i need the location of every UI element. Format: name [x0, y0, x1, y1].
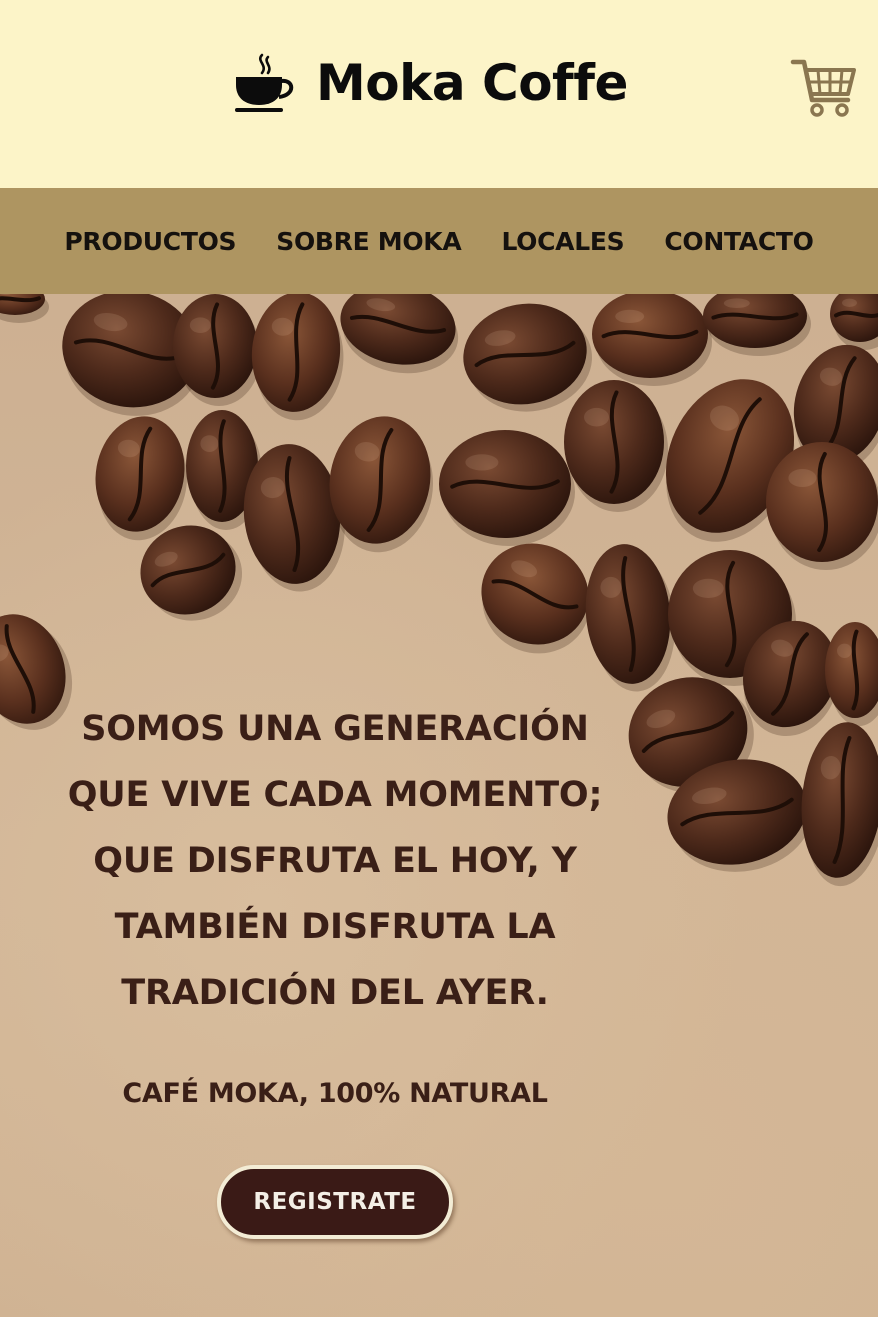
nav-item-sobre-moka[interactable]: SOBRE MOKA	[276, 227, 462, 256]
brand-name: Moka Coffe	[316, 54, 628, 112]
hero-tagline: SOMOS UNA GENERACIÓN QUE VIVE CADA MOMEN…	[40, 696, 630, 1026]
coffee-bean	[564, 380, 668, 512]
main-nav: PRODUCTOS SOBRE MOKA LOCALES CONTACTO	[0, 188, 878, 294]
nav-item-locales[interactable]: LOCALES	[501, 227, 624, 256]
coffee-bean	[585, 544, 675, 692]
coffee-bean	[825, 622, 878, 726]
coffee-bean	[340, 294, 459, 374]
tagline-line: QUE VIVE CADA MOMENTO;	[67, 775, 603, 815]
coffee-bean	[0, 294, 49, 323]
coffee-bean	[481, 543, 590, 654]
register-button[interactable]: REGISTRATE	[217, 1165, 453, 1239]
tagline-line: SOMOS UNA GENERACIÓN	[81, 709, 589, 749]
site-header: Moka Coffe	[0, 0, 878, 189]
hero-subtitle: CAFÉ MOKA, 100% NATURAL	[122, 1078, 548, 1109]
tagline-line: QUE DISFRUTA EL HOY, Y	[93, 841, 577, 881]
coffee-bean	[830, 294, 878, 350]
coffee-cup-icon	[232, 51, 298, 115]
tagline-line: TAMBIÉN DISFRUTA LA	[114, 907, 556, 947]
coffee-bean	[592, 294, 712, 386]
nav-item-productos[interactable]: PRODUCTOS	[64, 227, 236, 256]
nav-item-contacto[interactable]: CONTACTO	[664, 227, 814, 256]
coffee-bean	[766, 442, 878, 570]
brand-logo[interactable]: Moka Coffe	[232, 48, 628, 118]
shopping-cart-icon[interactable]	[790, 56, 858, 120]
coffee-bean	[703, 294, 811, 356]
tagline-line: TRADICIÓN DEL AYER.	[121, 973, 549, 1013]
coffee-bean	[251, 294, 344, 421]
coffee-bean	[801, 722, 878, 887]
coffee-bean	[439, 430, 575, 546]
hero-section: SOMOS UNA GENERACIÓN QUE VIVE CADA MOMEN…	[0, 294, 878, 1317]
